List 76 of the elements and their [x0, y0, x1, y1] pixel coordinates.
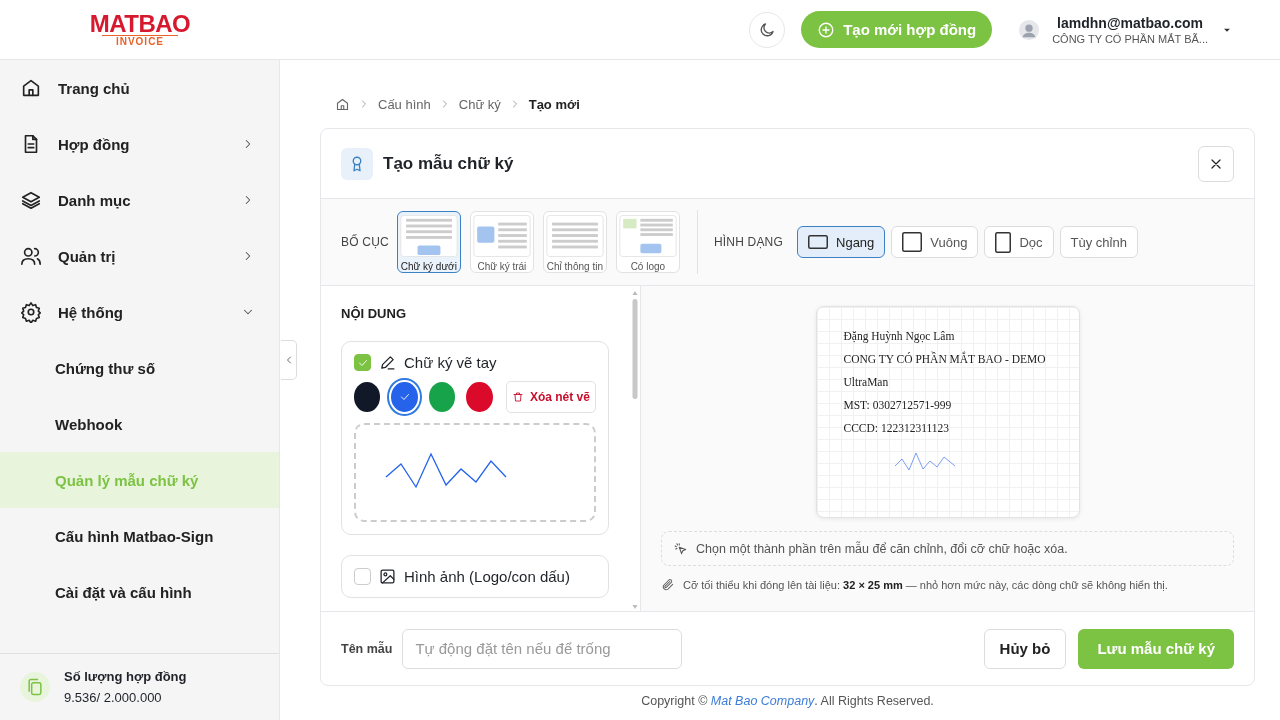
layout-option[interactable]: Chữ ký trái: [469, 211, 534, 273]
signature-stroke-drawing: [893, 452, 956, 472]
preview-text-line[interactable]: CONG TY CÓ PHẦN MẮT BAO - DEMO: [843, 350, 1052, 373]
home-icon: [20, 77, 42, 99]
sidebar-item[interactable]: Trang chủ: [0, 60, 279, 116]
image-icon: [379, 568, 396, 585]
hint-text: Chọn một thành phần trên mẫu để căn chỉnh, đổi cỡ chữ hoặc xóa.: [696, 541, 1068, 556]
rectangle-icon: [808, 235, 828, 249]
company-link[interactable]: Mat Bao Company: [710, 694, 815, 708]
cancel-button[interactable]: Hủy bỏ: [983, 628, 1067, 669]
shape-option[interactable]: Dọc: [984, 226, 1054, 258]
section-label: Chữ ký vẽ tay: [404, 354, 497, 371]
sidebar-item[interactable]: Hệ thống: [0, 284, 279, 340]
copyright-text: Copyright © Mat Bao Company. All Rights Reserved.: [640, 694, 935, 708]
shape-option[interactable]: Ngang: [797, 226, 886, 258]
paperclip-icon: [661, 578, 675, 592]
layout-option[interactable]: Chữ ký dưới: [396, 211, 461, 273]
clear-drawing-button[interactable]: Xóa nét vẽ: [505, 381, 597, 413]
layout-thumbnail-icon: [471, 215, 532, 257]
checkbox[interactable]: [354, 568, 371, 585]
section-heading: NỘI DUNG: [341, 306, 407, 321]
layout-option[interactable]: Chỉ thông tin: [542, 211, 607, 273]
sidebar-item[interactable]: Quản trị: [0, 228, 279, 284]
shape-option[interactable]: Vuông: [891, 226, 979, 258]
user-email: lamdhn@matbao.com: [1057, 14, 1203, 31]
preview-text-line[interactable]: MST: 0302712571-999: [843, 396, 1052, 419]
pen-icon: [379, 354, 396, 371]
breadcrumb-link[interactable]: Chữ ký: [458, 96, 501, 112]
layout-thumbnail-icon: [617, 215, 678, 257]
breadcrumb-current: Tạo mới: [528, 96, 580, 112]
preview-text-line[interactable]: CCCD: 122312311123: [843, 419, 1052, 442]
check-icon: [398, 391, 411, 403]
shape-option[interactable]: Tùy chỉnh: [1059, 226, 1138, 258]
breadcrumb-link[interactable]: Cấu hình: [378, 96, 431, 112]
sidebar-subitem[interactable]: Cấu hình Matbao-Sign: [0, 508, 279, 564]
section-label: Hình ảnh (Logo/con dấu): [404, 568, 570, 585]
color-swatch[interactable]: [354, 382, 381, 412]
layout-option[interactable]: Có logo: [615, 211, 680, 273]
collapse-handle[interactable]: [281, 340, 297, 380]
quota-value: 9.536/ 2.000.000: [64, 690, 163, 705]
template-name-label: Tên mẫu: [341, 641, 393, 656]
sidebar-subitem[interactable]: Chứng thư số: [0, 340, 279, 396]
layout-label: BỐ CỤC: [341, 235, 389, 249]
users-icon: [20, 245, 42, 267]
sidebar-subitem[interactable]: Cài đặt và cấu hình: [0, 564, 279, 620]
company-name: CÔNG TY CỔ PHẦN MẮT BÃ...: [1052, 32, 1208, 45]
plus-circle-icon: [817, 20, 836, 39]
preview-text-line[interactable]: Đặng Huỳnh Ngọc Lâm: [843, 327, 1052, 350]
sidebar-item[interactable]: Hợp đồng: [0, 116, 279, 172]
size-note: Cỡ tối thiểu khi đóng lên tài liệu: 32 × 25 mm — nhỏ hơn mức này, các dòng chữ sẽ không hiển thị.: [683, 579, 1168, 591]
moon-icon: [758, 20, 777, 39]
theme-toggle-button[interactable]: [749, 11, 786, 48]
sidebar-item[interactable]: Danh mục: [0, 172, 279, 228]
home-icon[interactable]: [335, 96, 350, 112]
sidebar-subitem[interactable]: Webhook: [0, 396, 279, 452]
layout-thumbnail-icon: [544, 215, 605, 257]
avatar-icon: [1018, 18, 1041, 41]
color-swatch[interactable]: [428, 382, 456, 412]
layout-thumbnail-icon: [398, 215, 459, 257]
cursor-click-icon: [674, 541, 688, 556]
trash-icon: [511, 391, 524, 403]
layers-icon: [20, 189, 42, 211]
rectangle-icon: [995, 231, 1012, 253]
preview-text-line[interactable]: UltraMan: [843, 373, 1052, 396]
settings-icon: [20, 301, 42, 323]
shape-label: HÌNH DẠNG: [713, 235, 783, 249]
close-button[interactable]: [1198, 145, 1234, 182]
rectangle-icon: [902, 232, 923, 252]
quota-label: Số lượng hợp đồng: [64, 669, 187, 684]
checkbox[interactable]: [354, 354, 371, 371]
color-swatch[interactable]: [466, 382, 493, 412]
template-name-field[interactable]: Tự động đặt tên nếu để trống: [402, 628, 683, 669]
logo[interactable]: MATBAO INVOICE: [89, 12, 191, 47]
copy-icon: [25, 677, 45, 697]
dialog-title: Tạo mẫu chữ ký: [383, 153, 515, 174]
scrollbar[interactable]: [631, 290, 638, 610]
